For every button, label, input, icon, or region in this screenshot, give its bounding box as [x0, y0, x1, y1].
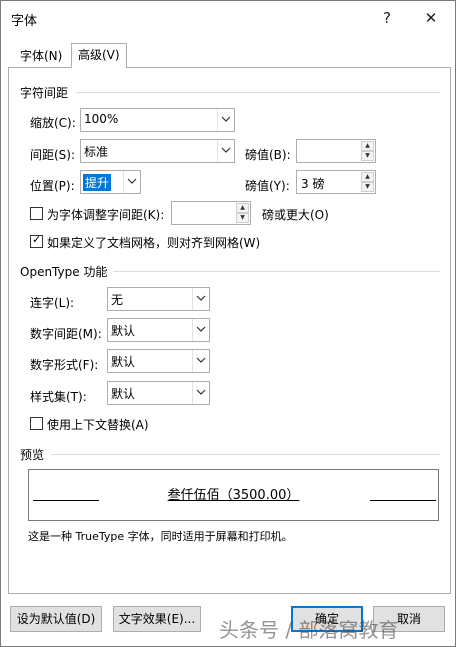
- num-forms-combo[interactable]: 默认: [107, 349, 210, 373]
- kerning-suffix: 磅或更大(O): [262, 208, 329, 222]
- spin-up-icon[interactable]: ▲: [361, 172, 374, 182]
- spin-down-icon[interactable]: ▼: [361, 182, 374, 192]
- preview-description: 这是一种 TrueType 字体，同时适用于屏幕和打印机。: [28, 530, 293, 543]
- num-forms-value: 默认: [111, 355, 136, 369]
- text-effects-button[interactable]: 文字效果(E)...: [113, 606, 201, 632]
- contextual-checkbox[interactable]: [30, 417, 43, 430]
- font-dialog: 字体 ? ✕ 字体(N) 高级(V) 字符间距 缩放(C): 100% 间距(S…: [0, 0, 456, 647]
- position-by-spinner[interactable]: 3 磅 ▲ ▼: [296, 170, 376, 194]
- preview-baseline-right: [370, 500, 436, 501]
- spin-buttons[interactable]: ▲ ▼: [236, 203, 249, 223]
- spacing-by-spinner[interactable]: ▲ ▼: [296, 139, 376, 163]
- stylistic-combo[interactable]: 默认: [107, 381, 210, 405]
- chevron-down-icon[interactable]: [217, 109, 234, 131]
- num-spacing-combo[interactable]: 默认: [107, 318, 210, 342]
- tab-font[interactable]: 字体(N): [14, 45, 68, 68]
- spacing-label: 间距(S):: [30, 148, 76, 162]
- position-value: 提升: [83, 174, 112, 191]
- opentype-divider: [113, 271, 440, 272]
- position-combo[interactable]: 提升: [80, 170, 141, 194]
- spin-up-icon[interactable]: ▲: [236, 203, 249, 213]
- spin-up-icon[interactable]: ▲: [361, 141, 374, 151]
- chevron-down-icon[interactable]: [192, 319, 209, 341]
- contextual-label: 使用上下文替换(A): [47, 418, 149, 432]
- scale-label: 缩放(C):: [30, 116, 76, 130]
- spin-buttons[interactable]: ▲ ▼: [361, 172, 374, 192]
- stylistic-label: 样式集(T):: [30, 390, 87, 404]
- tab-advanced[interactable]: 高级(V): [71, 43, 127, 68]
- char-spacing-divider: [76, 92, 440, 93]
- help-button[interactable]: ?: [371, 5, 403, 31]
- spin-buttons[interactable]: ▲ ▼: [361, 141, 374, 161]
- spacing-value: 标准: [84, 145, 109, 159]
- preview-box: 叁仟伍佰（3500.00）: [28, 469, 439, 521]
- scale-combo[interactable]: 100%: [80, 108, 235, 132]
- grid-label: 如果定义了文档网格，则对齐到网格(W): [47, 236, 261, 250]
- opentype-title: OpenType 功能: [20, 265, 108, 279]
- ligatures-label: 连字(L):: [30, 296, 75, 310]
- spin-down-icon[interactable]: ▼: [361, 151, 374, 161]
- spacing-combo[interactable]: 标准: [80, 139, 235, 163]
- ligatures-value: 无: [111, 293, 124, 307]
- position-by-value: 3 磅: [301, 177, 325, 191]
- num-spacing-label: 数字间距(M):: [30, 327, 102, 341]
- preview-divider: [51, 454, 440, 455]
- chevron-down-icon[interactable]: [123, 171, 140, 193]
- ligatures-combo[interactable]: 无: [107, 287, 210, 311]
- watermark-text: 头条号 / 部落窝教育: [219, 618, 399, 642]
- spacing-by-label: 磅值(B):: [245, 148, 291, 162]
- chevron-down-icon[interactable]: [192, 382, 209, 404]
- kerning-label: 为字体调整字间距(K):: [47, 208, 165, 222]
- grid-checkbox[interactable]: [30, 233, 43, 248]
- char-spacing-title: 字符间距: [20, 86, 69, 100]
- chevron-down-icon[interactable]: [192, 350, 209, 372]
- num-forms-label: 数字形式(F):: [30, 358, 99, 372]
- spin-down-icon[interactable]: ▼: [236, 213, 249, 223]
- num-spacing-value: 默认: [111, 324, 136, 338]
- close-icon: ✕: [424, 9, 438, 27]
- position-by-label: 磅值(Y):: [245, 179, 290, 193]
- preview-title: 预览: [20, 448, 45, 462]
- set-default-button[interactable]: 设为默认值(D): [10, 606, 102, 632]
- scale-value: 100%: [84, 112, 119, 126]
- close-button[interactable]: ✕: [415, 5, 447, 31]
- kerning-checkbox[interactable]: [30, 207, 43, 220]
- kerning-spinner[interactable]: ▲ ▼: [171, 201, 251, 225]
- chevron-down-icon[interactable]: [217, 140, 234, 162]
- dialog-title: 字体: [11, 14, 38, 29]
- chevron-down-icon[interactable]: [192, 288, 209, 310]
- position-label: 位置(P):: [30, 179, 75, 193]
- stylistic-value: 默认: [111, 387, 136, 401]
